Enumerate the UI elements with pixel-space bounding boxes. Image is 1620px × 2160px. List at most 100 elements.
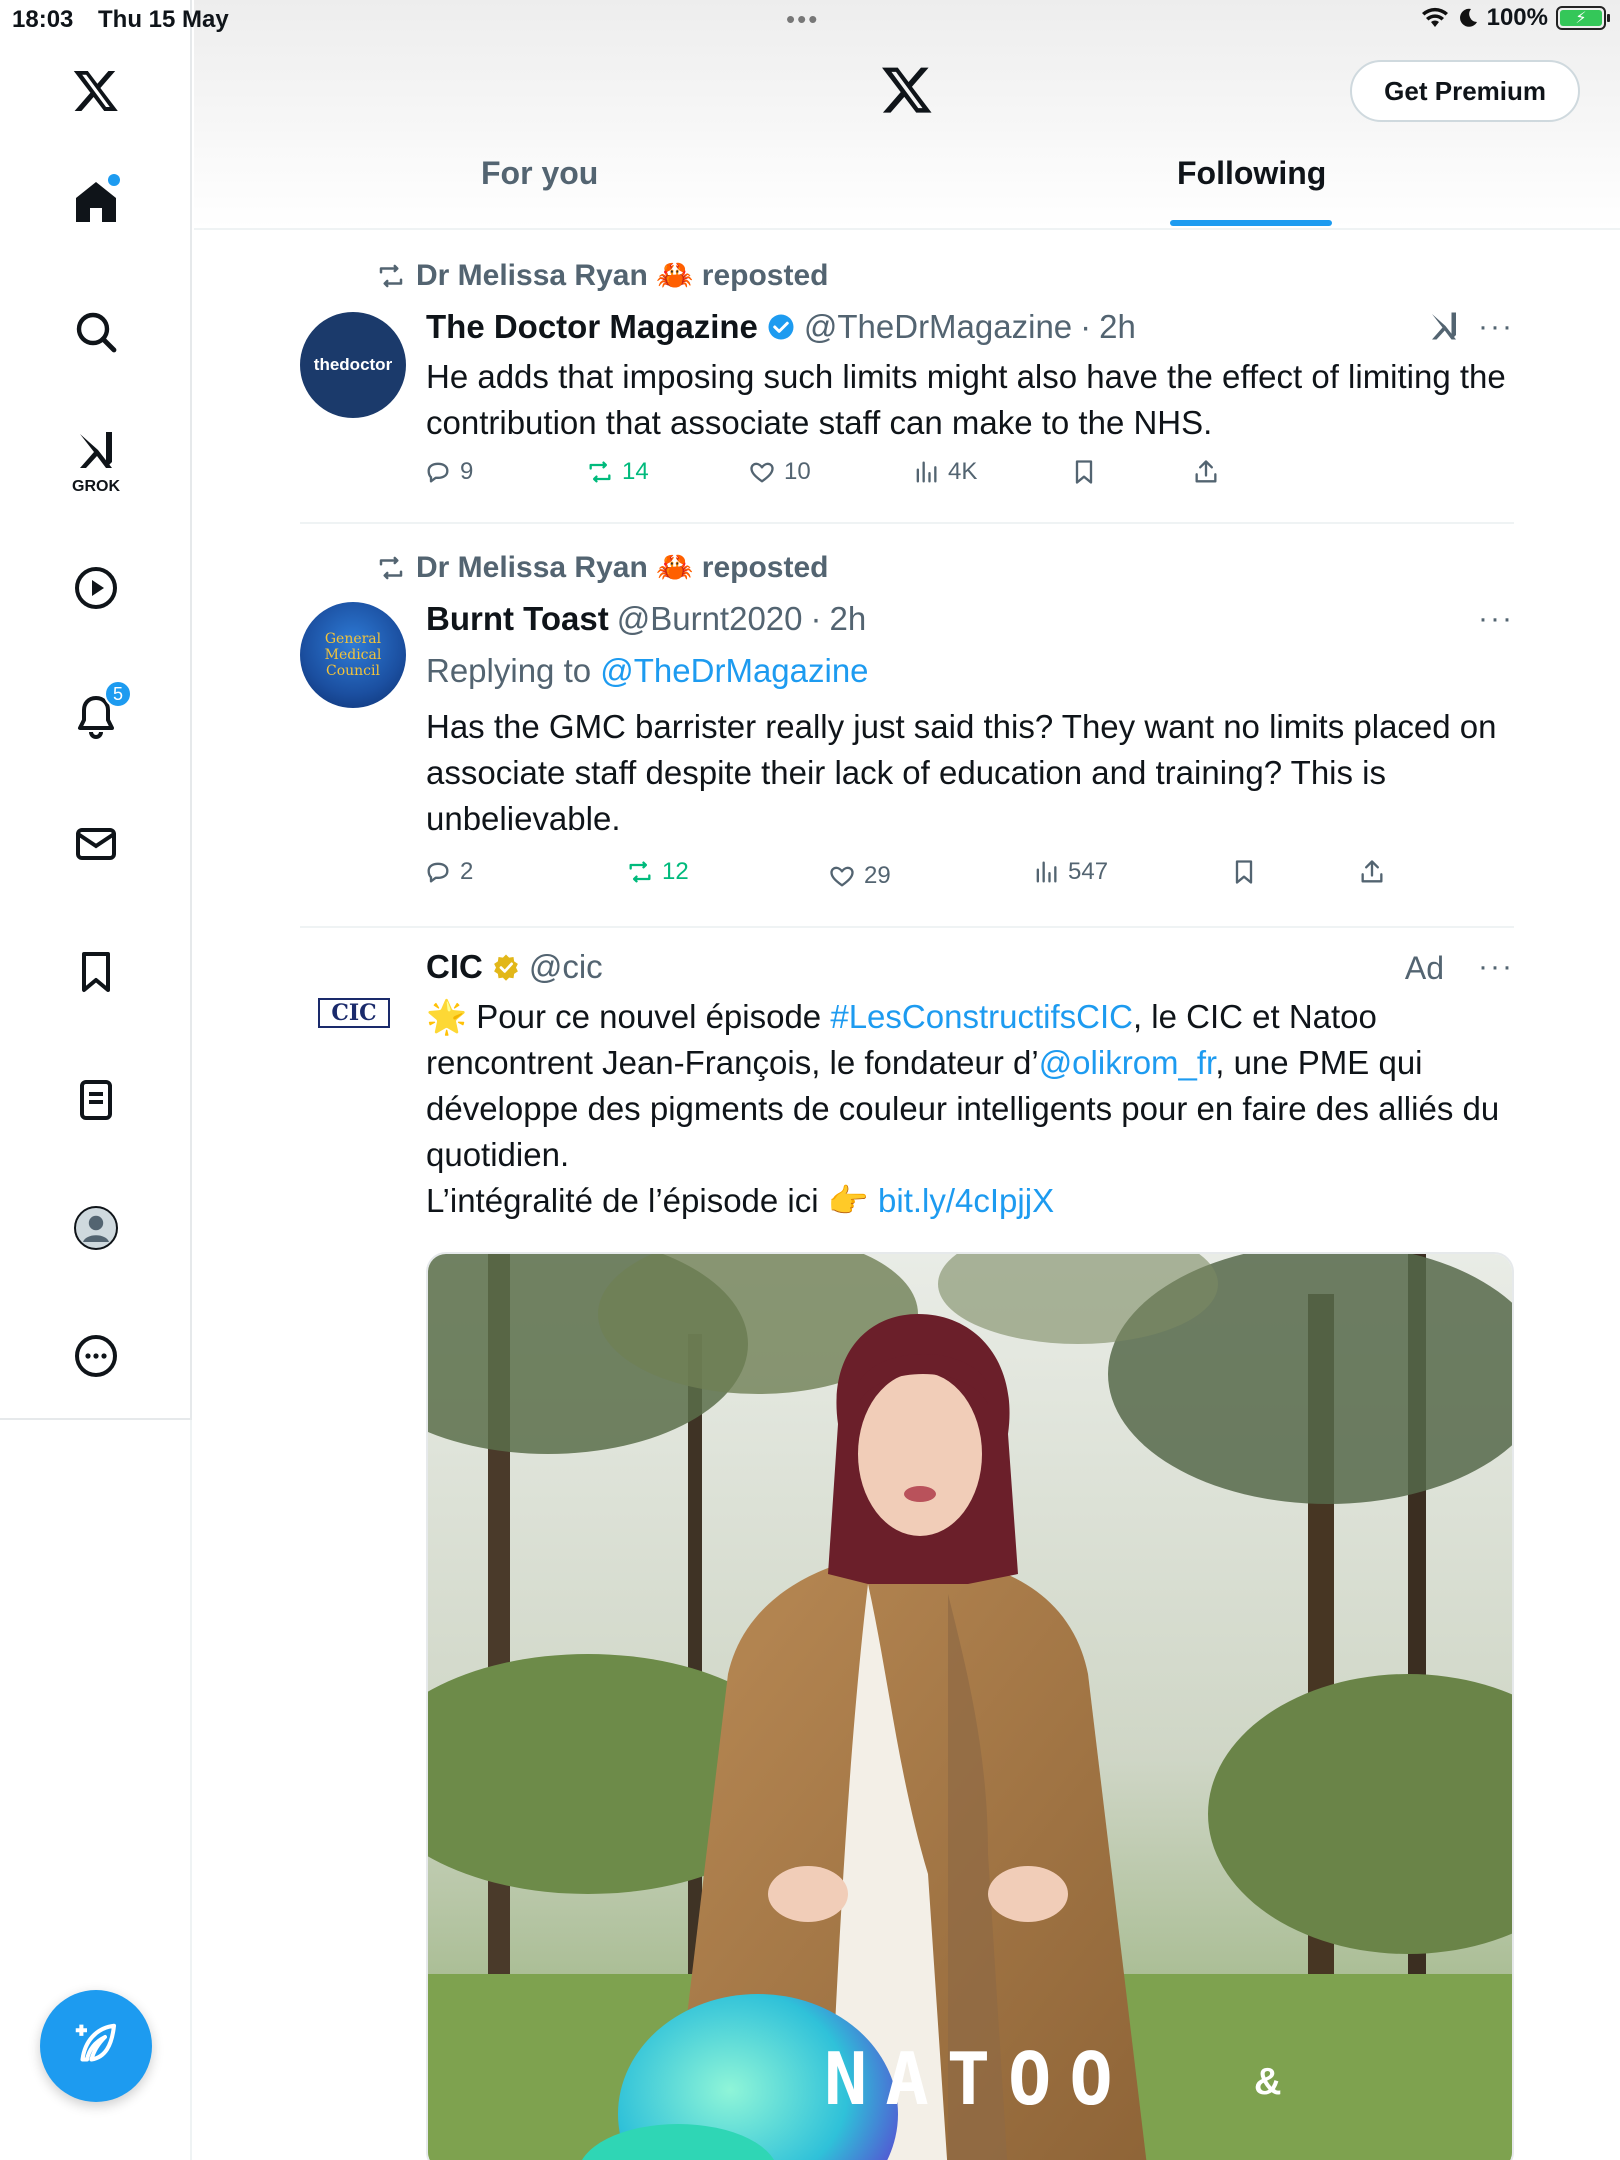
repost-icon (629, 861, 651, 883)
separator-dot: · (1080, 308, 1092, 345)
author-name[interactable]: Burnt Toast (426, 600, 609, 638)
reply-icon (427, 862, 449, 883)
lists-icon[interactable] (66, 1070, 126, 1130)
url-link[interactable]: bit.ly/4cIpjjX (878, 1182, 1054, 1219)
more-icon[interactable]: ··· (1478, 950, 1514, 984)
more-icon[interactable]: ··· (1478, 602, 1514, 636)
tweet-actions: 9 14 10 4K (424, 458, 1514, 498)
hashtag-link[interactable]: #LesConstructifsCIC (830, 998, 1133, 1035)
compose-post-button[interactable] (40, 1990, 152, 2102)
tweet[interactable]: Dr Melissa Ryan 🦀 reposted thedoctor The… (300, 258, 1514, 498)
views-chart-icon (1036, 861, 1057, 883)
reply-count: 2 (460, 858, 474, 885)
bookmark-button[interactable] (1070, 458, 1098, 486)
left-navigation: GROK 5 (0, 0, 192, 1420)
tweet[interactable]: Dr Melissa Ryan 🦀 reposted General Medic… (300, 550, 1514, 890)
avatar[interactable]: thedoctor (300, 312, 406, 418)
notifications-badge: 5 (104, 680, 132, 708)
views-button[interactable]: 4K (912, 458, 977, 486)
views-count: 547 (1068, 858, 1109, 885)
grok-icon[interactable] (66, 420, 126, 480)
mention-link[interactable]: @olikrom_fr (1039, 1044, 1216, 1081)
grok-explain-icon[interactable] (1426, 308, 1462, 349)
tweet-text: 🌟 Pour ce nouvel épisode #LesConstructif… (426, 994, 1516, 1224)
like-button[interactable]: 29 (828, 862, 891, 890)
repost-count: 14 (622, 458, 649, 485)
author-handle[interactable]: @cic (529, 948, 603, 986)
messages-envelope-icon[interactable] (66, 814, 126, 874)
reply-button[interactable]: 9 (424, 458, 473, 486)
repost-context-text: Dr Melissa Ryan 🦀 reposted (416, 259, 829, 292)
tweet-header: CIC @cic (426, 948, 603, 986)
tweet-divider (300, 522, 1514, 524)
more-icon[interactable]: ··· (1478, 310, 1514, 344)
tweet-text: Has the GMC barrister really just said t… (426, 708, 1497, 837)
replying-to-handle[interactable]: @TheDrMagazine (600, 652, 868, 689)
ad-video-media[interactable]: NATOO & (426, 1252, 1514, 2160)
like-count: 29 (864, 862, 891, 889)
repost-context: Dr Melissa Ryan 🦀 reposted (376, 258, 829, 293)
more-options-icon[interactable] (66, 1326, 126, 1386)
battery-percent: 100% (1486, 4, 1548, 31)
status-bar: 18:03 Thu 15 May ••• 100% ⚡ (0, 0, 1620, 40)
video-frame-image: NATOO & (428, 1254, 1512, 2160)
x-logo-icon[interactable] (66, 60, 126, 120)
replying-to: Replying to @TheDrMagazine (426, 648, 1516, 694)
natoo-overlay-text: NATOO (824, 2037, 1131, 2121)
home-unread-dot (108, 174, 120, 186)
tweet-time[interactable]: 2h (830, 600, 867, 638)
tweet-text: He adds that imposing such limits might … (426, 358, 1506, 441)
share-button[interactable] (1192, 458, 1220, 486)
tweet-ad[interactable]: CIC CIC @cic Ad ··· 🌟 Pour ce nouvel épi… (300, 948, 1514, 1248)
multitasking-dots-icon[interactable]: ••• (786, 4, 819, 35)
ad-text-part: L’intégralité de l’épisode ici 👉 (426, 1182, 879, 1219)
reply-button[interactable]: 2 (424, 858, 473, 886)
natoo-overlay-amp: & (1254, 2061, 1281, 2103)
video-play-icon[interactable] (66, 558, 126, 618)
tweet-time[interactable]: 2h (1099, 308, 1136, 346)
share-button[interactable] (1358, 858, 1386, 886)
bookmark-button[interactable] (1230, 858, 1258, 886)
search-icon[interactable] (66, 302, 126, 362)
cic-logo[interactable]: CIC (318, 998, 390, 1028)
grok-label: GROK (72, 478, 120, 495)
battery-icon: ⚡ (1556, 6, 1610, 30)
tweet-header: The Doctor Magazine @TheDrMagazine · 2h (426, 308, 1136, 346)
like-button[interactable]: 10 (748, 458, 811, 486)
author-handle[interactable]: @TheDrMagazine (804, 308, 1072, 346)
tab-following[interactable]: Following (1177, 155, 1326, 192)
replying-to-prefix: Replying to (426, 652, 601, 689)
header-x-logo-icon[interactable] (880, 62, 934, 121)
moon-icon (1459, 8, 1477, 27)
avatar[interactable]: General Medical Council (300, 602, 406, 708)
verified-badge-icon (768, 314, 794, 340)
home-icon[interactable] (66, 172, 126, 232)
wifi-icon (1421, 7, 1448, 27)
get-premium-button[interactable]: Get Premium (1350, 60, 1580, 122)
author-name[interactable]: The Doctor Magazine (426, 308, 758, 346)
heart-icon (830, 866, 854, 887)
separator-dot: · (810, 600, 822, 637)
author-handle[interactable]: @Burnt2020 (617, 600, 803, 638)
repost-context: Dr Melissa Ryan 🦀 reposted (376, 550, 829, 585)
share-icon (1361, 860, 1383, 883)
heart-icon (750, 462, 774, 483)
repost-button[interactable]: 14 (586, 458, 649, 486)
reply-count: 9 (460, 458, 474, 485)
views-count: 4K (948, 458, 978, 485)
profile-avatar-icon[interactable] (66, 1198, 126, 1258)
cic-logo-text: CIC (331, 1000, 377, 1026)
status-right: 100% ⚡ (1421, 4, 1610, 32)
views-button[interactable]: 547 (1032, 858, 1108, 886)
tweet-divider (300, 926, 1514, 928)
repost-count: 12 (662, 858, 689, 885)
notifications-bell-icon[interactable]: 5 (66, 680, 132, 746)
reply-icon (427, 462, 449, 483)
compose-feather-icon (75, 2023, 117, 2062)
tab-for-you[interactable]: For you (481, 155, 598, 192)
author-name[interactable]: CIC (426, 948, 483, 986)
active-tab-indicator (1170, 220, 1332, 226)
repost-button[interactable]: 12 (626, 858, 689, 886)
bookmarks-icon[interactable] (66, 942, 126, 1002)
bookmark-icon (1235, 860, 1253, 884)
